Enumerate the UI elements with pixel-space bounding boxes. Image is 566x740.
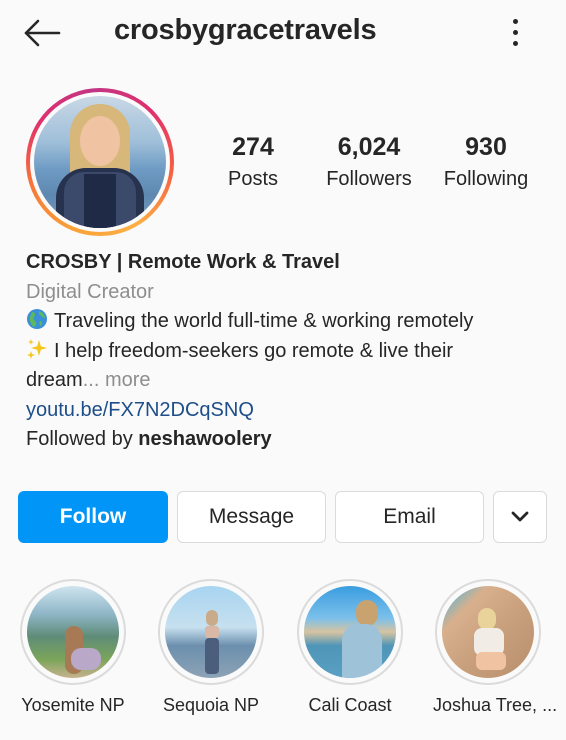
profile-username: crosbygracetravels bbox=[114, 14, 377, 46]
following-count: 930 bbox=[465, 133, 507, 161]
bio-website-link[interactable]: youtu.be/FX7N2DCqSNQ bbox=[26, 396, 546, 426]
stat-following[interactable]: 930 Following bbox=[437, 130, 535, 194]
bio-line-3: dream... more bbox=[26, 366, 546, 396]
stat-followers[interactable]: 6,024 Followers bbox=[320, 130, 418, 194]
posts-label: Posts bbox=[227, 168, 279, 190]
bio-line-2: I help freedom-seekers go remote & live … bbox=[26, 337, 546, 367]
posts-count: 274 bbox=[232, 133, 274, 161]
top-bar: crosbygracetravels bbox=[0, 0, 566, 66]
highlight-cover-image bbox=[442, 586, 534, 678]
suggested-accounts-dropdown-button[interactable] bbox=[493, 491, 547, 543]
following-label: Following bbox=[443, 168, 529, 190]
highlight-cali-coast[interactable]: Cali Coast bbox=[295, 579, 405, 716]
bio-line-1-text: Traveling the world full-time & working … bbox=[54, 310, 474, 332]
bio-line-2-text: I help freedom-seekers go remote & live … bbox=[54, 339, 454, 362]
highlight-cover-image bbox=[165, 586, 257, 678]
back-button[interactable] bbox=[22, 18, 62, 48]
highlight-label: Cali Coast bbox=[308, 695, 392, 715]
chevron-down-icon bbox=[511, 511, 529, 522]
profile-photo bbox=[34, 96, 166, 228]
bio-line-3-text: dream bbox=[26, 369, 83, 391]
sparkles-icon bbox=[27, 338, 47, 359]
profile-stats: 274 Posts 6,024 Followers 930 Following bbox=[200, 130, 566, 200]
globe-americas-icon bbox=[27, 309, 47, 329]
highlight-joshua-tree[interactable]: Joshua Tree, ... bbox=[433, 579, 558, 716]
more-vertical-icon bbox=[505, 19, 525, 46]
display-name: CROSBY | Remote Work & Travel bbox=[26, 251, 340, 273]
highlight-cover-image bbox=[304, 586, 396, 678]
highlight-sequoia[interactable]: Sequoia NP bbox=[156, 579, 266, 716]
highlight-cover-image bbox=[27, 586, 119, 678]
bio-more-link[interactable]: more bbox=[105, 369, 151, 391]
highlight-label: Joshua Tree, ... bbox=[433, 695, 558, 715]
bio-ellipsis: ... bbox=[82, 369, 100, 391]
followers-label: Followers bbox=[326, 168, 412, 190]
stat-posts[interactable]: 274 Posts bbox=[222, 130, 284, 194]
follow-button[interactable]: Follow bbox=[18, 491, 168, 543]
message-button[interactable]: Message bbox=[177, 491, 326, 543]
followed-by: Followed by neshawoolery bbox=[26, 425, 546, 455]
followed-by-prefix: Followed by bbox=[26, 428, 139, 450]
followers-count: 6,024 bbox=[337, 133, 401, 161]
highlight-yosemite[interactable]: Yosemite NP bbox=[18, 579, 128, 716]
profile-avatar[interactable] bbox=[26, 88, 174, 236]
category-label: Digital Creator bbox=[26, 280, 154, 303]
more-options-button[interactable] bbox=[505, 16, 525, 48]
highlight-label: Yosemite NP bbox=[21, 695, 125, 715]
followed-by-user[interactable]: neshawoolery bbox=[138, 428, 271, 450]
bio-line-1: Traveling the world full-time & working … bbox=[26, 307, 546, 337]
arrow-left-icon bbox=[24, 19, 61, 47]
email-button[interactable]: Email bbox=[335, 491, 484, 543]
highlight-label: Sequoia NP bbox=[162, 695, 260, 715]
profile-bio: CROSBY | Remote Work & Travel Digital Cr… bbox=[26, 248, 546, 455]
